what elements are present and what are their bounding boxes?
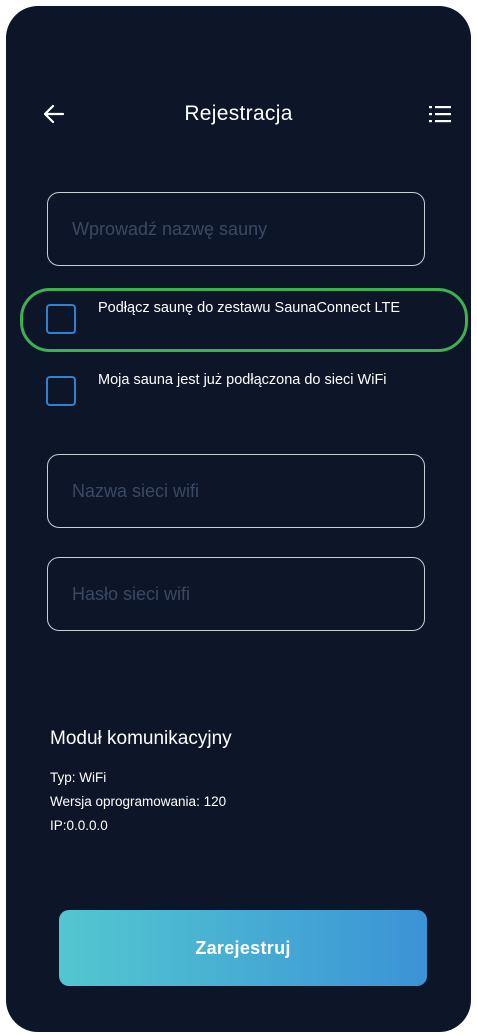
- checkbox-row-wifi[interactable]: Moja sauna jest już podłączona do sieci …: [46, 370, 426, 406]
- module-firmware: Wersja oprogramowania: 120: [50, 794, 227, 809]
- register-button[interactable]: Zarejestruj: [59, 910, 427, 986]
- wifi-password-input[interactable]: [70, 582, 424, 606]
- checkbox-lte[interactable]: [46, 304, 76, 334]
- sauna-name-field[interactable]: [47, 192, 425, 266]
- wifi-name-input[interactable]: [70, 479, 424, 503]
- checkbox-lte-label: Podłącz saunę do zestawu SaunaConnect LT…: [98, 300, 401, 316]
- wifi-name-field[interactable]: [47, 454, 425, 528]
- page-title: Rejestracja: [184, 102, 293, 125]
- sauna-name-input[interactable]: [70, 217, 424, 241]
- wifi-password-field[interactable]: [47, 557, 425, 631]
- module-title: Moduł komunikacyjny: [50, 728, 232, 749]
- phone-screen: Rejestracja Podłącz saunę do zestawu Sau…: [6, 6, 471, 1032]
- checkbox-wifi-label: Moja sauna jest już podłączona do sieci …: [98, 372, 387, 388]
- checkbox-row-lte[interactable]: Podłącz saunę do zestawu SaunaConnect LT…: [46, 298, 426, 334]
- checkbox-wifi[interactable]: [46, 376, 76, 406]
- list-menu-icon: [429, 106, 451, 123]
- menu-button[interactable]: [424, 98, 456, 130]
- module-type: Typ: WiFi: [50, 770, 107, 785]
- module-ip: IP:0.0.0.0: [50, 818, 108, 833]
